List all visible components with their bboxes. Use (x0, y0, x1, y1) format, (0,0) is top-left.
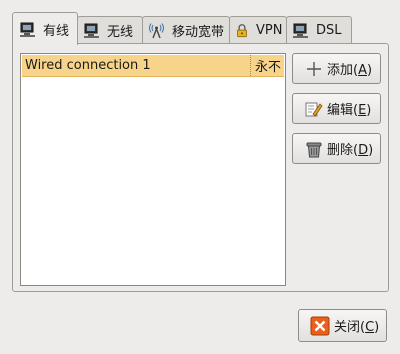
trash-icon (306, 142, 322, 157)
pencil-icon (305, 102, 323, 117)
tab-wired[interactable]: 有线 (12, 12, 78, 45)
tab-vpn[interactable]: VPN (229, 16, 287, 44)
computer-icon (84, 23, 99, 38)
computer-icon (20, 22, 35, 37)
antenna-icon (149, 23, 164, 39)
connection-name: Wired connection 1 (25, 58, 151, 73)
tab-wireless[interactable]: 无线 (77, 16, 143, 44)
connection-list[interactable]: Wired connection 1 永不 (20, 53, 286, 286)
add-button-label: 添加(A) (327, 63, 373, 78)
delete-button[interactable]: 删除(D) (292, 133, 381, 164)
connection-last-used: 永不 (250, 55, 284, 76)
edit-button-label: 编辑(E) (327, 103, 372, 118)
tab-label: 无线 (107, 25, 134, 40)
computer-icon (293, 23, 308, 38)
tab-dsl[interactable]: DSL (286, 16, 352, 44)
close-icon (310, 316, 330, 335)
add-button[interactable]: 添加(A) (292, 53, 381, 84)
lock-icon (237, 24, 247, 38)
close-button[interactable]: 关闭(C) (298, 309, 387, 342)
tab-mobile-broadband[interactable]: 移动宽带 (142, 16, 230, 44)
tab-label: DSL (316, 23, 342, 38)
tab-label: 有线 (43, 23, 70, 39)
edit-button[interactable]: 编辑(E) (292, 93, 381, 124)
tab-label: VPN (256, 23, 283, 38)
wired-tab-panel: Wired connection 1 永不 添加(A) 编辑(E) 删除(D) (12, 43, 389, 292)
plus-icon (307, 61, 321, 76)
delete-button-label: 删除(D) (327, 143, 374, 158)
close-button-label: 关闭(C) (334, 320, 380, 335)
tab-label: 移动宽带 (172, 25, 225, 40)
list-item[interactable]: Wired connection 1 永不 (22, 55, 284, 77)
